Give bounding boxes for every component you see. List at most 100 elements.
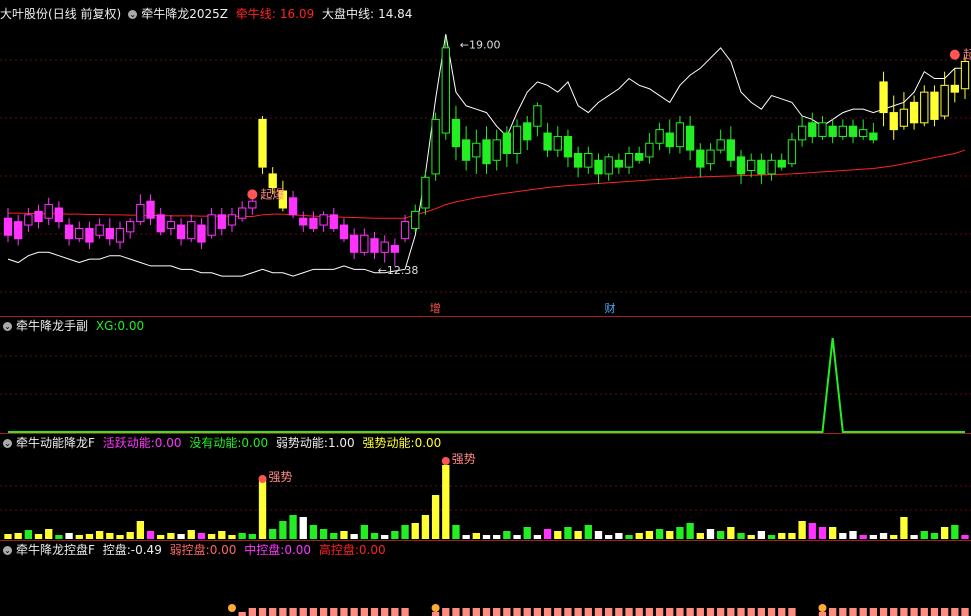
energy-bar (55, 535, 63, 539)
energy-bar (360, 525, 368, 539)
energy-bar (584, 525, 592, 539)
energy-bar (900, 517, 908, 539)
energy-bar (828, 527, 837, 539)
candle-body (706, 149, 715, 165)
strong-label: 强势 (452, 452, 476, 466)
energy-bar (75, 535, 83, 539)
energy-bar (727, 527, 735, 539)
candle-body (553, 135, 562, 151)
energy-bar (431, 495, 440, 539)
candle-body (126, 221, 135, 233)
energy-bar (696, 533, 704, 539)
signal-icon (247, 189, 258, 200)
energy-bar (940, 527, 949, 539)
candle-body (818, 122, 827, 137)
control-bar (442, 608, 450, 616)
low-price-label: 12.38 (387, 264, 419, 277)
control-bar (605, 608, 613, 616)
candle-body (64, 224, 74, 240)
energy-bar (269, 529, 277, 539)
energy-bar (106, 533, 114, 539)
candle-body (747, 159, 756, 172)
candle-body (930, 91, 939, 120)
control-bar (330, 608, 338, 616)
control-bar (920, 608, 928, 616)
candle-body (75, 227, 84, 240)
energy-bar (839, 533, 847, 539)
energy-bar (666, 531, 674, 539)
energy-bar (157, 535, 165, 539)
control-bar (350, 608, 358, 616)
control-bar (574, 608, 582, 616)
control-bar (370, 608, 379, 616)
energy-bar (197, 533, 206, 539)
candle-body (441, 47, 450, 134)
control-bar (309, 608, 318, 616)
control-bar (523, 608, 531, 616)
energy-bar (910, 535, 918, 539)
control-bar (879, 608, 888, 616)
energy-bar (564, 527, 572, 539)
high-price-label: ←19.00 (460, 38, 501, 51)
control-bar (716, 608, 725, 616)
candle-body (543, 132, 552, 151)
energy-bar (350, 534, 358, 539)
energy-bar (859, 535, 867, 539)
candle-body (869, 132, 878, 141)
control-bar (289, 608, 297, 616)
signal-icon (949, 49, 960, 60)
energy-bar (879, 533, 888, 539)
control-bar (482, 608, 491, 616)
candle-body (573, 152, 583, 168)
candle-body (461, 139, 471, 161)
candle-body (176, 224, 186, 240)
candle-body (675, 122, 685, 148)
energy-bar (207, 534, 216, 539)
control-bar (248, 608, 257, 616)
energy-bar (218, 531, 226, 539)
candle-body (838, 125, 847, 137)
control-bar (493, 608, 501, 616)
candle-body (360, 234, 369, 253)
energy-bar (330, 533, 338, 539)
energy-bar (116, 535, 124, 539)
candle-body (329, 214, 338, 229)
candle-body (105, 227, 114, 240)
control-bar (279, 608, 287, 616)
candle-body (3, 217, 13, 236)
chart-canvas[interactable]: ←19.00←12.38起爆起爆增财强势强势 (0, 0, 971, 616)
control-bar (452, 608, 460, 616)
control-bar (676, 608, 684, 616)
candle-body (604, 156, 613, 175)
candle-body (594, 159, 603, 175)
candle-body (166, 221, 176, 229)
energy-bar (167, 533, 175, 539)
control-bar (859, 608, 867, 616)
candle-body (614, 159, 624, 168)
energy-bar (605, 535, 613, 539)
candle-body (349, 234, 359, 253)
energy-bar (4, 534, 12, 539)
hand-icon (227, 604, 236, 612)
energy-bar (299, 517, 307, 539)
candle-body (237, 207, 247, 219)
energy-bar (279, 521, 287, 539)
candle-body (339, 224, 349, 240)
candle-body (390, 244, 400, 253)
energy-bar (472, 533, 480, 539)
control-bar (238, 612, 246, 616)
candle-body (411, 210, 420, 229)
candle-body (879, 81, 888, 114)
candle-body (258, 118, 267, 168)
candle-body (848, 125, 858, 137)
energy-bar (228, 535, 236, 539)
energy-bar (554, 531, 562, 539)
energy-bar (85, 534, 94, 539)
control-bar (340, 608, 348, 616)
energy-bar (319, 529, 328, 539)
energy-bar (686, 523, 694, 539)
control-bar (910, 608, 918, 616)
control-bar (625, 608, 633, 616)
control-bar (890, 608, 898, 616)
control-bar (818, 612, 827, 616)
